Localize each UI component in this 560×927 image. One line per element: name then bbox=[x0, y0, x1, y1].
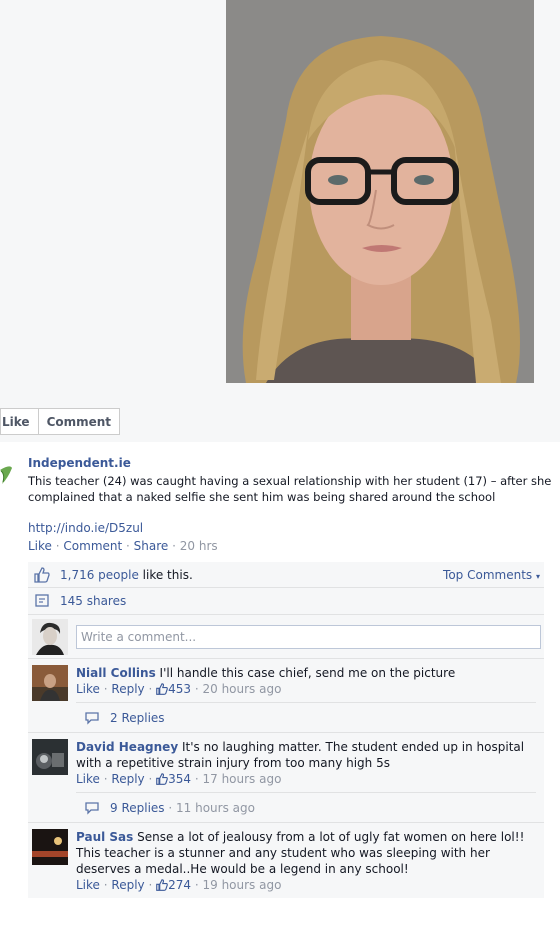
comment-item: Paul Sas Sense a lot of jealousy from a … bbox=[28, 823, 544, 898]
post-author[interactable]: Independent.ie bbox=[28, 456, 553, 470]
comment-text: I'll handle this case chief, send me on … bbox=[155, 666, 456, 680]
post-comment-link[interactable]: Comment bbox=[63, 539, 122, 553]
thumbs-up-icon bbox=[156, 683, 168, 695]
write-comment-row: Write a comment... bbox=[28, 615, 544, 659]
comment-timestamp[interactable]: 20 hours ago bbox=[202, 682, 281, 696]
mugshot-photo[interactable] bbox=[226, 0, 534, 383]
post-share-link[interactable]: Share bbox=[134, 539, 169, 553]
likes-suffix: like this. bbox=[138, 567, 193, 582]
commenter-avatar[interactable] bbox=[32, 829, 68, 865]
comment-likes[interactable]: 274 bbox=[156, 878, 195, 892]
comment-likes[interactable]: 354 bbox=[156, 772, 195, 786]
comment-like-link[interactable]: Like bbox=[76, 772, 100, 786]
likes-summary: 1,716 people like this. Top Comments ▾ bbox=[28, 562, 544, 588]
top-comments-label: Top Comments bbox=[443, 567, 533, 582]
photo-viewer-area: Like Comment bbox=[0, 0, 560, 442]
commenter-avatar[interactable] bbox=[32, 739, 68, 775]
viewer-avatar[interactable] bbox=[32, 618, 68, 655]
replies-count: 2 Replies bbox=[110, 710, 165, 725]
post-content: Independent.ie This teacher (24) was cau… bbox=[28, 456, 553, 553]
like-button[interactable]: Like bbox=[0, 408, 39, 435]
shares-summary: 145 shares bbox=[28, 588, 544, 615]
comment-meta: Like · Reply · 453 · 20 hours ago bbox=[76, 682, 282, 696]
comment-likes-count: 453 bbox=[168, 682, 192, 696]
comment-reply-link[interactable]: Reply bbox=[111, 682, 144, 696]
photo-action-bar: Like Comment bbox=[0, 408, 121, 435]
comment-likes-count: 274 bbox=[168, 878, 192, 892]
comment-button[interactable]: Comment bbox=[38, 408, 121, 435]
comment-item: Niall Collins I'll handle this case chie… bbox=[28, 659, 544, 733]
replies-link[interactable]: 9 Replies · 11 hours ago bbox=[76, 792, 536, 822]
caret-down-icon: ▾ bbox=[535, 571, 540, 581]
page-logo-icon bbox=[0, 466, 12, 484]
commenter-name[interactable]: Niall Collins bbox=[76, 666, 156, 680]
commenter-name[interactable]: David Heagney bbox=[76, 740, 178, 754]
reply-bubble-icon bbox=[85, 801, 99, 815]
commenter-avatar[interactable] bbox=[32, 665, 68, 701]
post-meta: Like · Comment · Share · 20 hrs bbox=[28, 539, 218, 553]
reply-bubble-icon bbox=[85, 711, 99, 725]
post-timestamp[interactable]: 20 hrs bbox=[180, 539, 218, 553]
likes-count-link[interactable]: 1,716 people bbox=[60, 568, 139, 582]
replies-count: 9 Replies bbox=[110, 800, 165, 815]
replies-timestamp: 11 hours ago bbox=[176, 800, 255, 815]
comment-input[interactable]: Write a comment... bbox=[76, 624, 541, 649]
comment-timestamp[interactable]: 19 hours ago bbox=[202, 878, 281, 892]
feedback-panel: 1,716 people like this. Top Comments ▾ 1… bbox=[28, 562, 544, 898]
replies-link[interactable]: 2 Replies bbox=[76, 702, 536, 732]
post-text: This teacher (24) was caught having a se… bbox=[28, 474, 552, 504]
comment-meta: Like · Reply · 274 · 19 hours ago bbox=[76, 878, 282, 892]
post-link[interactable]: http://indo.ie/D5zul bbox=[28, 521, 553, 535]
thumbs-up-icon bbox=[156, 773, 168, 785]
shares-link[interactable]: 145 shares bbox=[60, 594, 126, 608]
comment-like-link[interactable]: Like bbox=[76, 878, 100, 892]
comment-timestamp[interactable]: 17 hours ago bbox=[202, 772, 281, 786]
commenter-name[interactable]: Paul Sas bbox=[76, 830, 133, 844]
comment-meta: Like · Reply · 354 · 17 hours ago bbox=[76, 772, 282, 786]
top-comments-dropdown[interactable]: Top Comments ▾ bbox=[443, 568, 540, 582]
comment-like-link[interactable]: Like bbox=[76, 682, 100, 696]
comment-text: Sense a lot of jealousy from a lot of ug… bbox=[76, 830, 525, 876]
comment-item: David Heagney It's no laughing matter. T… bbox=[28, 733, 544, 823]
comment-likes[interactable]: 453 bbox=[156, 682, 195, 696]
post-like-link[interactable]: Like bbox=[28, 539, 52, 553]
comment-likes-count: 354 bbox=[168, 772, 192, 786]
thumbs-up-icon bbox=[34, 566, 50, 583]
comment-reply-link[interactable]: Reply bbox=[111, 772, 144, 786]
share-icon bbox=[35, 594, 49, 607]
comment-reply-link[interactable]: Reply bbox=[111, 878, 144, 892]
thumbs-up-icon bbox=[156, 879, 168, 891]
